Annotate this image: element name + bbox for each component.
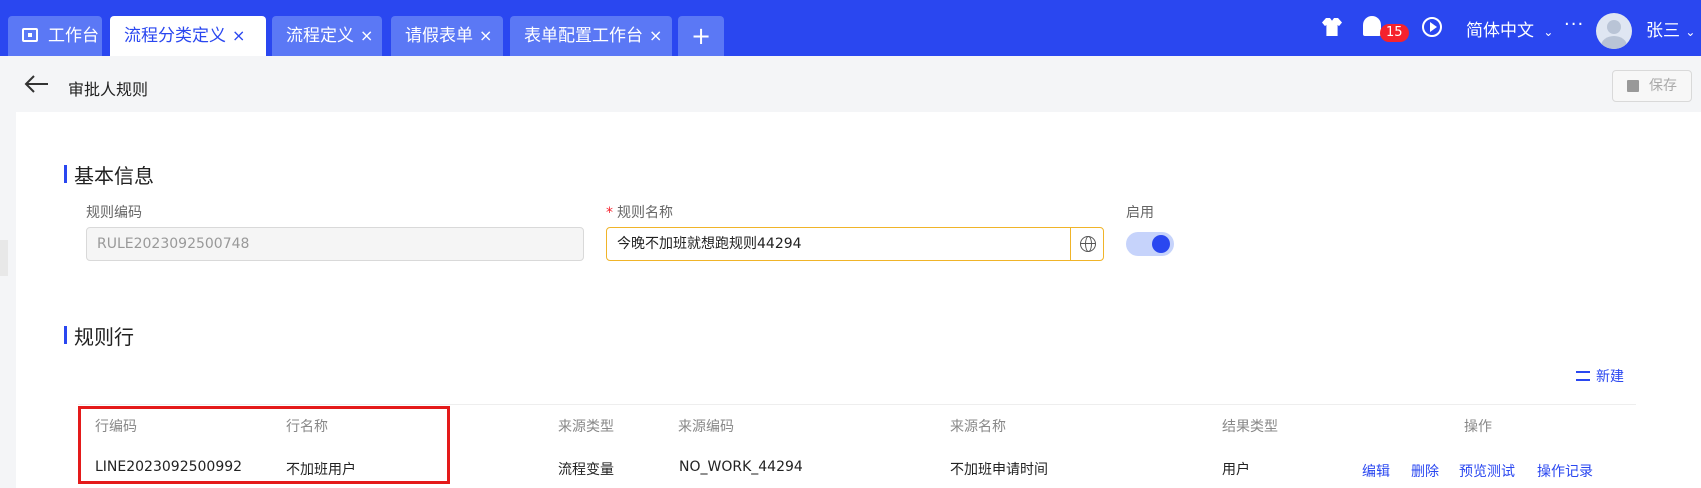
column-header-source-type: 来源类型: [558, 419, 614, 435]
delete-link[interactable]: 删除: [1411, 461, 1439, 481]
tab-label: 请假表单: [405, 26, 473, 46]
username-label: 张三: [1646, 21, 1680, 41]
new-label: 新建: [1596, 369, 1624, 385]
save-button[interactable]: 保存: [1612, 70, 1692, 102]
list-add-icon: [1576, 371, 1590, 381]
column-header-source-name: 来源名称: [950, 419, 1006, 435]
cell-source-code: NO_WORK_44294: [679, 459, 803, 475]
close-icon[interactable]: ×: [479, 26, 492, 45]
chevron-down-icon: ⌄: [1685, 25, 1696, 39]
tab-leave-form[interactable]: 请假表单 ×: [391, 16, 503, 56]
back-arrow-icon[interactable]: [24, 74, 50, 94]
save-label: 保存: [1649, 78, 1677, 94]
required-mark: *: [606, 205, 613, 221]
section-title-basic-info: 基本信息: [64, 160, 154, 189]
more-menu-icon[interactable]: ···: [1564, 14, 1584, 35]
language-selector[interactable]: 简体中文 ⌄: [1466, 16, 1553, 41]
sidebar-edge: [0, 240, 8, 276]
tab-process-definition[interactable]: 流程定义 ×: [272, 16, 382, 56]
enabled-toggle[interactable]: [1126, 232, 1174, 256]
user-menu[interactable]: 张三 ⌄: [1646, 16, 1695, 41]
monitor-icon: [22, 28, 38, 42]
cell-source-name: 不加班申请时间: [950, 462, 1048, 478]
notification-count-badge: 15: [1380, 24, 1409, 42]
add-tab-button[interactable]: +: [678, 16, 724, 56]
tab-workbench[interactable]: 工作台: [8, 16, 102, 56]
tab-label: 流程定义: [286, 26, 354, 46]
cell-result-type: 用户: [1222, 462, 1250, 478]
toggle-knob: [1152, 235, 1170, 253]
new-rule-line-button[interactable]: 新建: [1576, 366, 1624, 386]
cell-source-type: 流程变量: [558, 462, 614, 478]
close-icon[interactable]: ×: [360, 26, 373, 45]
globe-icon: [1080, 236, 1096, 252]
rule-name-label: * 规则名称: [606, 202, 673, 222]
close-icon[interactable]: ×: [232, 26, 245, 45]
language-label: 简体中文: [1466, 21, 1534, 41]
column-header-result-type: 结果类型: [1222, 419, 1278, 435]
tab-label: 工作台: [48, 26, 99, 46]
page-title: 审批人规则: [68, 80, 149, 99]
tab-label: 表单配置工作台: [524, 26, 643, 46]
operation-log-link[interactable]: 操作记录: [1537, 461, 1593, 481]
tab-label: 流程分类定义: [124, 26, 226, 46]
translation-button[interactable]: [1070, 227, 1104, 261]
rule-name-label-text: 规则名称: [617, 205, 673, 221]
rule-code-input[interactable]: RULE2023092500748: [86, 227, 584, 261]
play-circle-icon[interactable]: [1422, 17, 1442, 37]
enabled-label: 启用: [1126, 205, 1154, 221]
tab-form-config-workbench[interactable]: 表单配置工作台 ×: [510, 16, 672, 56]
rule-name-value: 今晚不加班就想跑规则44294: [617, 236, 802, 252]
rule-name-input[interactable]: 今晚不加班就想跑规则44294: [606, 227, 1104, 261]
tab-process-category-definition[interactable]: 流程分类定义 ×: [110, 16, 266, 56]
highlight-annotation-box: [78, 406, 450, 484]
edit-link[interactable]: 编辑: [1362, 461, 1390, 481]
close-icon[interactable]: ×: [649, 26, 662, 45]
page-header: [16, 58, 1701, 112]
bell-icon[interactable]: [1363, 16, 1381, 36]
column-header-source-code: 来源编码: [678, 419, 734, 435]
preview-test-link[interactable]: 预览测试: [1459, 461, 1515, 481]
save-disk-icon: [1627, 80, 1639, 92]
table-top-divider: [78, 404, 1636, 405]
column-header-actions: 操作: [1464, 419, 1492, 435]
plus-icon: +: [690, 22, 712, 50]
section-title-rule-lines: 规则行: [64, 321, 134, 350]
chevron-down-icon: ⌄: [1543, 25, 1554, 39]
rule-code-label: 规则编码: [86, 205, 142, 221]
avatar[interactable]: [1596, 13, 1632, 49]
